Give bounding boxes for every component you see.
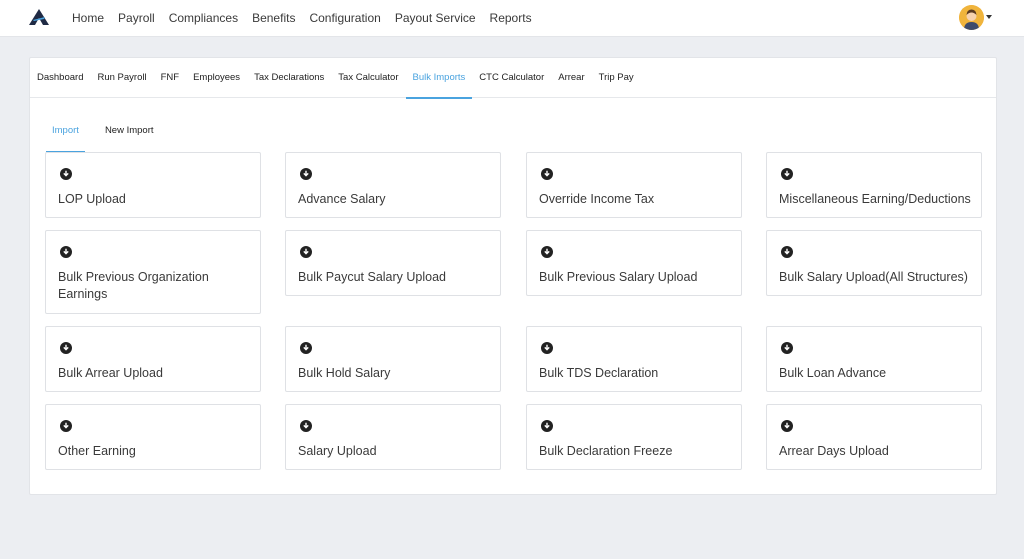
card-label: Bulk Salary Upload(All Structures) <box>779 270 968 284</box>
download-circle-icon <box>541 246 553 258</box>
tab-new-import[interactable]: New Import <box>99 120 160 152</box>
card-label: LOP Upload <box>58 192 126 206</box>
download-circle-icon <box>781 420 793 432</box>
card-label: Bulk TDS Declaration <box>539 366 659 380</box>
card-label: Bulk Hold Salary <box>298 366 391 380</box>
import-card-bulk-prev-salary-upload[interactable]: Bulk Previous Salary Upload <box>526 230 742 296</box>
download-circle-icon <box>60 342 72 354</box>
subnav-employees[interactable]: Employees <box>193 58 240 98</box>
download-circle-icon <box>300 168 312 180</box>
import-card-bulk-paycut-salary-upload[interactable]: Bulk Paycut Salary Upload <box>285 230 501 296</box>
download-circle-icon <box>300 246 312 258</box>
subnav-fnf[interactable]: FNF <box>161 58 179 98</box>
subnav-tax-calculator[interactable]: Tax Calculator <box>338 58 398 98</box>
nav-configuration[interactable]: Configuration <box>309 11 380 25</box>
card-label: Bulk Declaration Freeze <box>539 444 673 458</box>
nav-reports[interactable]: Reports <box>490 11 532 25</box>
card-label: Bulk Loan Advance <box>779 366 887 380</box>
import-card-other-earning[interactable]: Other Earning <box>45 404 261 470</box>
nav-compliances[interactable]: Compliances <box>169 11 238 25</box>
download-circle-icon <box>300 342 312 354</box>
subnav-arrear[interactable]: Arrear <box>558 58 584 98</box>
download-circle-icon <box>541 342 553 354</box>
card-label: Miscellaneous Earning/Deductions <box>779 192 971 206</box>
bulk-imports-panel: Dashboard Run Payroll FNF Employees Tax … <box>29 57 997 495</box>
import-card-salary-upload[interactable]: Salary Upload <box>285 404 501 470</box>
import-card-bulk-prev-org-earnings[interactable]: Bulk Previous Organization Earnings <box>45 230 261 314</box>
chevron-down-icon[interactable] <box>986 15 992 19</box>
app-logo-icon[interactable] <box>29 9 49 25</box>
nav-home[interactable]: Home <box>72 11 104 25</box>
import-card-bulk-loan-advance[interactable]: Bulk Loan Advance <box>766 326 982 392</box>
card-label: Bulk Paycut Salary Upload <box>298 270 446 284</box>
import-card-bulk-declaration-freeze[interactable]: Bulk Declaration Freeze <box>526 404 742 470</box>
card-label: Bulk Arrear Upload <box>58 366 163 380</box>
tab-import[interactable]: Import <box>46 120 85 152</box>
download-circle-icon <box>300 420 312 432</box>
nav-payout-service[interactable]: Payout Service <box>395 11 476 25</box>
download-circle-icon <box>781 168 793 180</box>
nav-benefits[interactable]: Benefits <box>252 11 295 25</box>
subnav-run-payroll[interactable]: Run Payroll <box>97 58 146 98</box>
card-label: Other Earning <box>58 444 136 458</box>
import-card-advance-salary[interactable]: Advance Salary <box>285 152 501 218</box>
import-card-override-income-tax[interactable]: Override Income Tax <box>526 152 742 218</box>
download-circle-icon <box>60 168 72 180</box>
card-label: Salary Upload <box>298 444 377 458</box>
subnav-tax-declarations[interactable]: Tax Declarations <box>254 58 324 98</box>
import-card-bulk-salary-upload-all[interactable]: Bulk Salary Upload(All Structures) <box>766 230 982 296</box>
download-circle-icon <box>60 420 72 432</box>
subnav-ctc-calculator[interactable]: CTC Calculator <box>479 58 544 98</box>
download-circle-icon <box>781 342 793 354</box>
card-label: Bulk Previous Organization Earnings <box>58 270 209 301</box>
subnav-bulk-imports[interactable]: Bulk Imports <box>405 58 473 99</box>
import-card-misc-earning-deductions[interactable]: Miscellaneous Earning/Deductions <box>766 152 982 218</box>
card-label: Advance Salary <box>298 192 386 206</box>
top-navbar: Home Payroll Compliances Benefits Config… <box>0 0 1024 37</box>
user-avatar-icon <box>959 5 984 30</box>
payroll-subnav: Dashboard Run Payroll FNF Employees Tax … <box>30 58 996 99</box>
download-circle-icon <box>541 420 553 432</box>
nav-payroll[interactable]: Payroll <box>118 11 155 25</box>
download-circle-icon <box>541 168 553 180</box>
card-label: Bulk Previous Salary Upload <box>539 270 698 284</box>
subnav-trip-pay[interactable]: Trip Pay <box>599 58 634 98</box>
user-avatar[interactable] <box>959 5 984 30</box>
main-nav: Home Payroll Compliances Benefits Config… <box>72 0 546 36</box>
card-label: Arrear Days Upload <box>779 444 889 458</box>
download-circle-icon <box>60 246 72 258</box>
import-card-bulk-tds-declaration[interactable]: Bulk TDS Declaration <box>526 326 742 392</box>
download-circle-icon <box>781 246 793 258</box>
import-tabs: Import New Import <box>46 120 174 152</box>
import-card-lop-upload[interactable]: LOP Upload <box>45 152 261 218</box>
import-card-bulk-arrear-upload[interactable]: Bulk Arrear Upload <box>45 326 261 392</box>
import-card-bulk-hold-salary[interactable]: Bulk Hold Salary <box>285 326 501 392</box>
card-label: Override Income Tax <box>539 192 655 206</box>
subnav-dashboard[interactable]: Dashboard <box>37 58 83 98</box>
import-card-arrear-days-upload[interactable]: Arrear Days Upload <box>766 404 982 470</box>
